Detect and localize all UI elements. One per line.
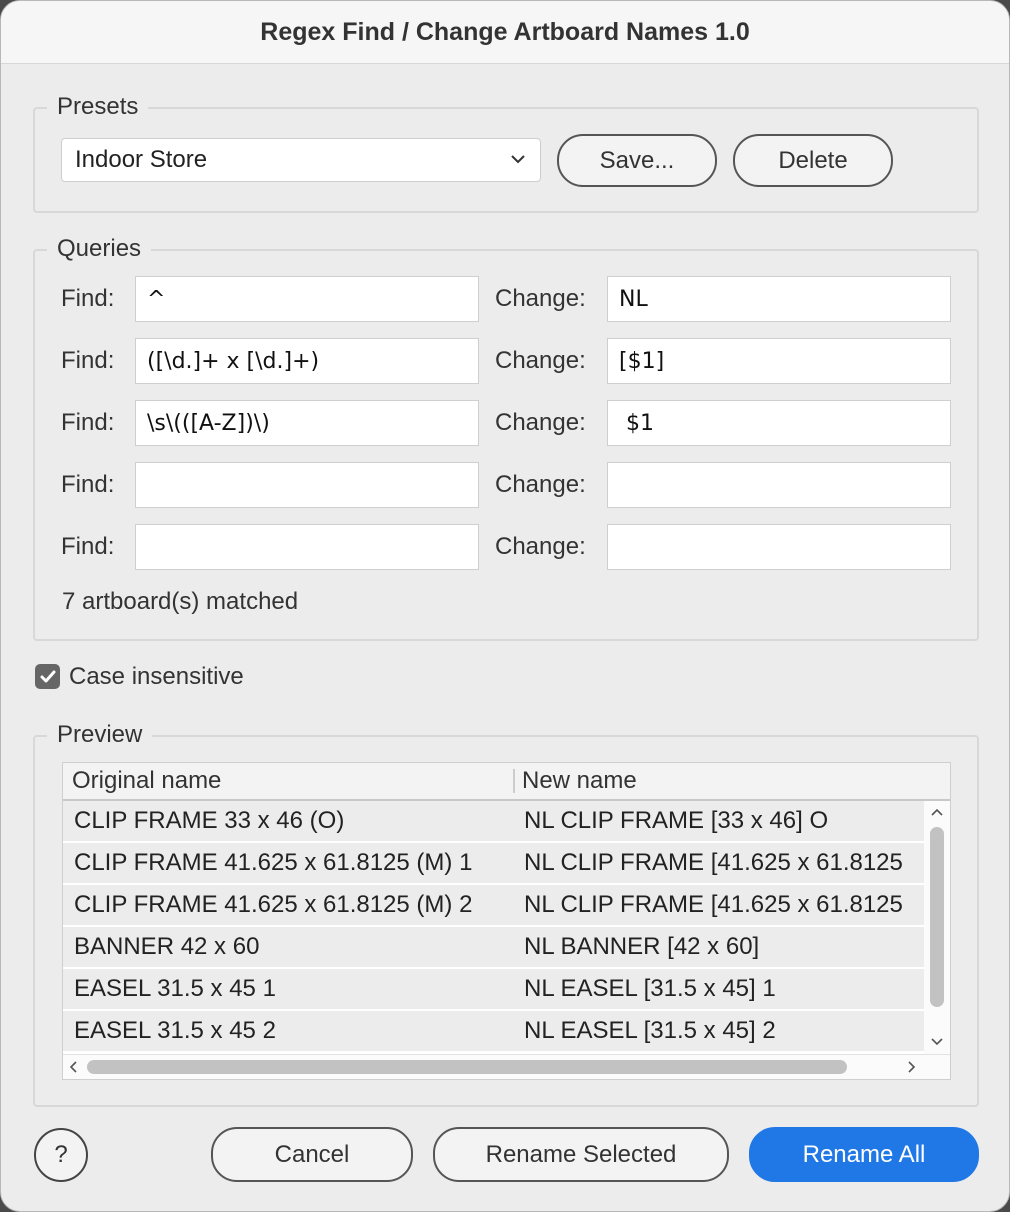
- save-preset-label: Save...: [599, 146, 675, 174]
- new-name-cell: NL BANNER [42 x 60]: [524, 933, 760, 960]
- scroll-up-icon[interactable]: [930, 805, 944, 819]
- original-name-cell: CLIP FRAME 33 x 46 (O): [74, 807, 345, 834]
- original-name-cell: CLIP FRAME 41.625 x 61.8125 (M) 2: [74, 891, 473, 918]
- original-name-cell: BANNER 42 x 60: [74, 933, 260, 960]
- queries-legend: Queries: [47, 233, 152, 265]
- table-row[interactable]: CLIP FRAME 33 x 46 (O) NL CLIP FRAME [33…: [63, 801, 925, 843]
- title-bar[interactable]: Regex Find / Change Artboard Names 1.0: [1, 1, 1009, 64]
- table-header: Original name New name: [63, 763, 950, 801]
- find-input[interactable]: [135, 524, 479, 570]
- find-label: Find:: [61, 533, 115, 560]
- scroll-left-icon[interactable]: [66, 1060, 80, 1074]
- find-input[interactable]: [135, 462, 479, 508]
- rename-selected-button[interactable]: Rename Selected: [433, 1127, 729, 1182]
- change-input[interactable]: [607, 524, 951, 570]
- change-label: Change:: [495, 285, 586, 312]
- find-input[interactable]: \s\(([A-Z])\): [135, 400, 479, 446]
- table-row[interactable]: EASEL 31.5 x 45 1 NL EASEL [31.5 x 45] 1: [63, 969, 925, 1011]
- vertical-scroll-thumb[interactable]: [930, 827, 944, 1007]
- new-name-cell: NL CLIP FRAME [41.625 x 61.8125: [524, 849, 903, 876]
- change-label: Change:: [495, 533, 586, 560]
- case-insensitive-label[interactable]: Case insensitive: [69, 662, 244, 692]
- horizontal-scrollbar[interactable]: [63, 1054, 950, 1079]
- table-row[interactable]: EASEL 31.5 x 45 2 NL EASEL [31.5 x 45] 2: [63, 1011, 925, 1053]
- change-label: Change:: [495, 409, 586, 436]
- change-input[interactable]: [$1]: [607, 338, 951, 384]
- table-body: CLIP FRAME 33 x 46 (O) NL CLIP FRAME [33…: [63, 801, 925, 1053]
- preview-table[interactable]: Original name New name CLIP FRAME 33 x 4…: [62, 762, 951, 1080]
- help-label: ?: [54, 1141, 68, 1168]
- table-row[interactable]: CLIP FRAME 41.625 x 61.8125 (M) 1 NL CLI…: [63, 843, 925, 885]
- table-row[interactable]: BANNER 42 x 60 NL BANNER [42 x 60]: [63, 927, 925, 969]
- rename-selected-label: Rename Selected: [485, 1140, 677, 1168]
- find-input[interactable]: ^: [135, 276, 479, 322]
- delete-preset-button[interactable]: Delete: [733, 134, 893, 187]
- cancel-button[interactable]: Cancel: [211, 1127, 413, 1182]
- find-label: Find:: [61, 347, 115, 374]
- dialog-title: Regex Find / Change Artboard Names 1.0: [260, 17, 750, 46]
- table-row[interactable]: CLIP FRAME 41.625 x 61.8125 (M) 2 NL CLI…: [63, 885, 925, 927]
- find-label: Find:: [61, 471, 115, 498]
- new-name-cell: NL CLIP FRAME [41.625 x 61.8125: [524, 891, 903, 918]
- chevron-down-icon: [511, 155, 525, 164]
- presets-legend: Presets: [47, 91, 149, 123]
- original-name-cell: CLIP FRAME 41.625 x 61.8125 (M) 1: [74, 849, 473, 876]
- horizontal-scroll-thumb[interactable]: [87, 1060, 847, 1074]
- new-name-cell: NL CLIP FRAME [33 x 46] O: [524, 807, 829, 834]
- rename-all-button[interactable]: Rename All: [749, 1127, 979, 1182]
- cancel-label: Cancel: [274, 1140, 350, 1168]
- preset-dropdown[interactable]: Indoor Store: [61, 138, 541, 182]
- match-status: 7 artboard(s) matched: [62, 588, 299, 615]
- change-label: Change:: [495, 471, 586, 498]
- save-preset-button[interactable]: Save...: [557, 134, 717, 187]
- preset-selected-value: Indoor Store: [75, 146, 208, 173]
- scroll-right-icon[interactable]: [905, 1060, 919, 1074]
- find-label: Find:: [61, 285, 115, 312]
- change-label: Change:: [495, 347, 586, 374]
- rename-all-label: Rename All: [802, 1140, 926, 1168]
- find-input[interactable]: ([\d.]+ x [\d.]+): [135, 338, 479, 384]
- checkmark-icon: [40, 670, 55, 682]
- original-name-cell: EASEL 31.5 x 45 1: [74, 975, 276, 1002]
- change-input[interactable]: NL: [607, 276, 951, 322]
- column-divider[interactable]: [513, 769, 515, 793]
- find-label: Find:: [61, 409, 115, 436]
- new-name-cell: NL EASEL [31.5 x 45] 2: [524, 1017, 776, 1044]
- change-input[interactable]: [607, 462, 951, 508]
- case-insensitive-checkbox[interactable]: [35, 664, 60, 689]
- column-header-new[interactable]: New name: [522, 763, 637, 799]
- column-header-original[interactable]: Original name: [72, 763, 221, 799]
- vertical-scrollbar[interactable]: [924, 801, 950, 1057]
- preview-legend: Preview: [47, 719, 153, 751]
- delete-preset-label: Delete: [778, 146, 848, 174]
- dialog-window: Regex Find / Change Artboard Names 1.0 P…: [0, 0, 1010, 1212]
- new-name-cell: NL EASEL [31.5 x 45] 1: [524, 975, 776, 1002]
- original-name-cell: EASEL 31.5 x 45 2: [74, 1017, 276, 1044]
- change-input[interactable]: $1: [607, 400, 951, 446]
- scroll-down-icon[interactable]: [930, 1035, 944, 1049]
- help-button[interactable]: ?: [34, 1128, 88, 1182]
